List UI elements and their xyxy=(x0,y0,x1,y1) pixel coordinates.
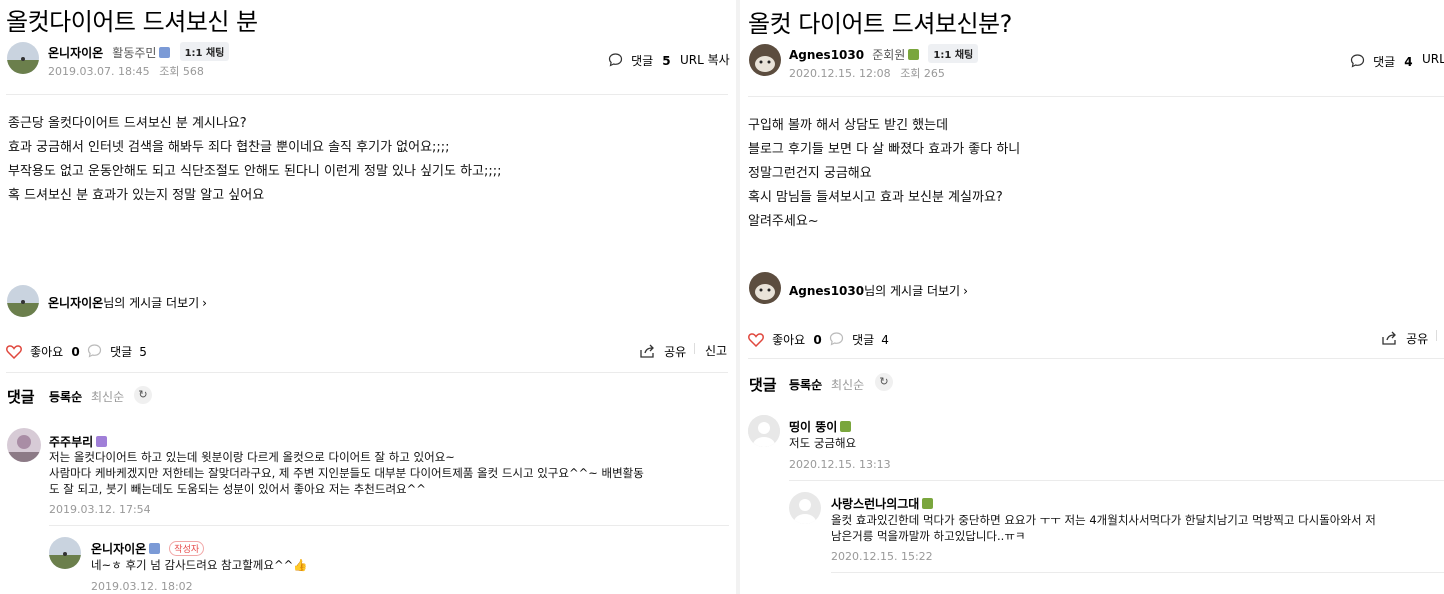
author-name[interactable]: Agnes1030 xyxy=(789,48,864,62)
sort-latest-tab[interactable]: 최신순 xyxy=(91,388,124,405)
author-avatar[interactable] xyxy=(7,42,39,74)
header-comment-button[interactable]: 댓글 5 xyxy=(608,50,671,69)
share-button[interactable]: 공유 xyxy=(640,341,686,360)
more-posts-link[interactable]: Agnes1030님의 게시글 더보기 › xyxy=(789,282,968,299)
comment-text: 저도 궁금해요 xyxy=(789,436,857,450)
commenter-avatar[interactable] xyxy=(7,428,41,462)
actions-divider xyxy=(748,358,1444,359)
reply-date: 2020.12.15. 15:22 xyxy=(831,550,933,563)
comment-author-name[interactable]: 띵이 뚱이 xyxy=(789,420,837,434)
speech-bubble-icon xyxy=(87,344,102,358)
comment-author-line: 띵이 뚱이 xyxy=(789,416,852,435)
comments-title: 댓글 xyxy=(7,388,35,406)
comment-date: 2020.12.15. 13:13 xyxy=(789,458,891,471)
sort-latest-tab[interactable]: 최신순 xyxy=(831,376,864,393)
speech-bubble-icon xyxy=(608,53,623,67)
chat-button[interactable]: 1:1 채팅 xyxy=(179,42,230,61)
more-posts-link[interactable]: 온니자이온님의 게시글 더보기 › xyxy=(48,294,207,311)
heart-icon xyxy=(6,345,22,360)
reply-text: 올컷 효과있긴한데 먹다가 중단하면 요요가 ㅜㅜ 저는 4개월치사서먹다가 한… xyxy=(831,513,1376,543)
url-copy-button[interactable]: URL xyxy=(1422,52,1444,66)
post-body: 종근당 올컷다이어트 드셔보신 분 계시나요? 효과 궁금해서 인터넷 검색을 … xyxy=(8,116,502,203)
share-icon xyxy=(640,344,654,358)
header-divider xyxy=(6,94,728,95)
post-date: 2020.12.15. 12:08 xyxy=(789,67,891,80)
reply-author-avatar[interactable] xyxy=(49,537,81,569)
chevron-right-icon: › xyxy=(963,284,968,298)
reply-author-line: 온니자이온 작성자 xyxy=(91,538,205,557)
comment-count-button[interactable]: 댓글 4 xyxy=(829,329,889,348)
like-button[interactable]: 좋아요 0 xyxy=(6,341,80,360)
post-meta: 2020.12.15. 12:08 조회 265 xyxy=(789,65,945,81)
commenter-avatar[interactable] xyxy=(748,415,780,447)
grade-badge-icon xyxy=(96,436,108,447)
chat-button[interactable]: 1:1 채팅 xyxy=(928,44,979,63)
comment-author-name[interactable]: 주주부리 xyxy=(49,435,93,449)
author-name[interactable]: 온니자이온 xyxy=(48,46,103,60)
sort-registered-tab[interactable]: 등록순 xyxy=(49,388,82,405)
grade-badge-icon xyxy=(149,543,161,554)
url-copy-button[interactable]: URL 복사 xyxy=(680,51,730,68)
author-line: Agnes1030 준회원 1:1 채팅 xyxy=(789,44,979,63)
grade-badge-icon xyxy=(159,47,171,58)
refresh-icon[interactable]: ↻ xyxy=(875,373,893,391)
comment-divider xyxy=(49,525,729,526)
reply-author-name[interactable]: 온니자이온 xyxy=(91,542,146,556)
grade-badge-icon xyxy=(840,421,852,432)
post-views: 조회 568 xyxy=(159,65,204,78)
speech-bubble-icon xyxy=(1350,54,1365,68)
author-level: 활동주민 xyxy=(112,46,157,60)
like-button[interactable]: 좋아요 0 xyxy=(748,329,822,348)
refresh-icon[interactable]: ↻ xyxy=(134,386,152,404)
heart-icon xyxy=(748,333,764,348)
header-comment-button[interactable]: 댓글 4 xyxy=(1350,51,1413,70)
share-button[interactable]: 공유 xyxy=(1382,328,1428,347)
reply-text: 네~ㅎ 후기 넘 감사드려요 참고할께요^^👍 xyxy=(91,558,308,572)
share-icon xyxy=(1382,331,1396,345)
post-meta: 2019.03.07. 18:45 조회 568 xyxy=(48,63,204,79)
comment-date: 2019.03.12. 17:54 xyxy=(49,503,151,516)
grade-badge-icon xyxy=(908,49,920,60)
reply-date: 2019.03.12. 18:02 xyxy=(91,580,193,593)
reply-author-name[interactable]: 사랑스런나의그대 xyxy=(831,497,919,511)
post-views: 조회 265 xyxy=(900,67,945,80)
report-button[interactable]: 신고 xyxy=(705,342,727,359)
right-post-panel: 올컷 다이어트 드셔보신분? Agnes1030 준회원 1:1 채팅 2020… xyxy=(740,0,1444,594)
post-body: 구입해 볼까 해서 상담도 받긴 했는데 블로그 후기들 보면 다 살 빠졌다 … xyxy=(748,118,1021,229)
reply-author-avatar[interactable] xyxy=(789,492,821,524)
author-level: 준회원 xyxy=(872,48,906,62)
more-posts-avatar[interactable] xyxy=(749,272,781,304)
author-line: 온니자이온 활동주민 1:1 채팅 xyxy=(48,42,230,61)
grade-badge-icon xyxy=(922,498,934,509)
header-divider xyxy=(748,96,1444,97)
reply-author-line: 사랑스런나의그대 xyxy=(831,493,934,512)
author-avatar[interactable] xyxy=(749,44,781,76)
post-date: 2019.03.07. 18:45 xyxy=(48,65,150,78)
writer-tag: 작성자 xyxy=(169,541,205,556)
comment-divider xyxy=(789,480,1444,481)
actions-divider xyxy=(6,372,728,373)
comments-title: 댓글 xyxy=(749,376,777,394)
comment-count-button[interactable]: 댓글 5 xyxy=(87,341,147,360)
comment-author-line: 주주부리 xyxy=(49,431,108,450)
speech-bubble-icon xyxy=(829,332,844,346)
post-title: 올컷 다이어트 드셔보신분? xyxy=(748,10,1012,38)
more-posts-avatar[interactable] xyxy=(7,285,39,317)
action-divider xyxy=(1436,330,1437,341)
sort-registered-tab[interactable]: 등록순 xyxy=(789,376,822,393)
comment-text: 저는 올컷다이어트 하고 있는데 윗분이랑 다르게 올컷으로 다이어트 잘 하고… xyxy=(49,450,644,496)
left-post-panel: 올컷다이어트 드셔보신 분 온니자이온 활동주민 1:1 채팅 2019.03.… xyxy=(0,0,736,594)
post-title: 올컷다이어트 드셔보신 분 xyxy=(6,8,258,36)
reply-divider xyxy=(831,572,1444,573)
action-divider xyxy=(694,343,695,354)
chevron-right-icon: › xyxy=(202,296,207,310)
